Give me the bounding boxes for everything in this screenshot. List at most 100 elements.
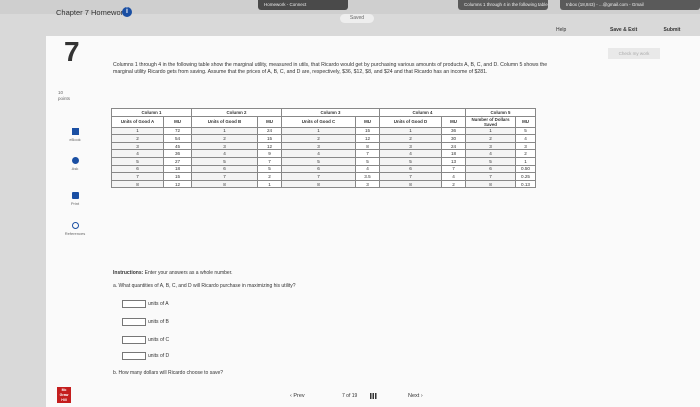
part-b-prompt: b. How many dollars will Ricardo choose …: [113, 370, 224, 376]
table-cell: 5: [355, 156, 380, 166]
table-cell: 9: [257, 149, 282, 158]
table-cell: 18: [163, 164, 192, 174]
column-subheader: Units of Good B: [191, 115, 258, 128]
table-row: 3 45 3 12 3 8 3 24 3 3: [111, 141, 536, 151]
column-subheader: Units of Good A: [111, 115, 164, 128]
ebook-tool[interactable]: eBook: [60, 128, 90, 142]
table-cell: 3: [191, 141, 258, 151]
book-icon: [71, 128, 79, 135]
table-cell: 5: [281, 156, 356, 166]
table-cell: 24: [441, 141, 466, 151]
points-value: 10: [58, 90, 64, 95]
ask-label: Ask: [71, 166, 79, 171]
table-cell: 7: [379, 172, 442, 181]
table-cell: 4: [465, 149, 516, 158]
table-cell: 7: [111, 172, 164, 181]
table-cell: 2: [191, 134, 258, 143]
prev-button[interactable]: ‹ Prev: [290, 390, 330, 402]
table-cell: 4: [191, 149, 258, 158]
references-tool[interactable]: References: [60, 222, 90, 236]
table-cell: 13: [441, 156, 466, 166]
table-cell: 2: [111, 134, 164, 143]
next-label: Next: [408, 393, 420, 399]
ask-tool[interactable]: Ask: [60, 157, 90, 171]
table-cell: 3: [355, 179, 380, 189]
info-icon[interactable]: i: [122, 7, 132, 17]
table-cell: 6: [111, 164, 164, 174]
column-subheader: Number of Dollars Saved: [465, 115, 516, 128]
table-cell: 5: [465, 156, 516, 166]
table-cell: 1: [379, 126, 442, 136]
table-cell: 3: [281, 141, 356, 151]
references-label: References: [64, 231, 86, 236]
column-subheader: MU: [441, 115, 466, 128]
units-d-input[interactable]: [122, 352, 146, 360]
homework-header: Chapter 7 Homework i Saved Help Save & E…: [0, 0, 700, 34]
units-c-input[interactable]: [122, 336, 146, 344]
page-of: of: [346, 393, 351, 399]
table-cell: 3: [379, 141, 442, 151]
units-b-input[interactable]: [122, 318, 146, 326]
print-label: Print: [70, 201, 80, 206]
column-title: Column 2: [191, 108, 282, 117]
column-subheader: MU: [257, 115, 282, 128]
column-subheader: Units of Good D: [379, 115, 442, 128]
table-cell: 8: [281, 179, 356, 189]
table-cell: 2: [379, 134, 442, 143]
print-tool[interactable]: Print: [60, 192, 90, 206]
table-cell: 3: [515, 141, 536, 151]
submit-button[interactable]: Submit: [650, 25, 694, 35]
next-button[interactable]: Next ›: [408, 390, 448, 402]
table-row: 2 54 2 15 2 12 2 30 2 4: [111, 134, 536, 143]
table-cell: 1: [465, 126, 516, 136]
units-a-input[interactable]: [122, 300, 146, 308]
table-cell: 3.5: [355, 172, 380, 181]
table-cell: 4: [281, 149, 356, 158]
table-cell: 5: [257, 164, 282, 174]
column-title: Column 4: [379, 108, 466, 117]
column-subheader: MU: [355, 115, 380, 128]
table-cell: 1: [191, 126, 258, 136]
table-cell: 8: [465, 179, 516, 189]
table-cell: 0.50: [515, 164, 536, 174]
table-cell: 7: [441, 164, 466, 174]
table-cell: 18: [441, 149, 466, 158]
units-a-label: units of A: [148, 301, 169, 307]
table-cell: 6: [191, 164, 258, 174]
table-row: 4 36 4 9 4 7 4 18 4 2: [111, 149, 536, 158]
table-cell: 36: [163, 149, 192, 158]
column-subheader: MU: [515, 115, 536, 128]
ebook-label: eBook: [69, 137, 81, 142]
table-cell: 1: [515, 156, 536, 166]
points-label: points: [58, 96, 71, 101]
saved-status: Saved: [340, 14, 374, 23]
table-cell: 24: [257, 126, 282, 136]
column-title: Column 1: [111, 108, 192, 117]
grid-icon[interactable]: [370, 393, 377, 399]
question-number: 7: [64, 36, 80, 67]
table-cell: 5: [515, 126, 536, 136]
table-cell: 2: [515, 149, 536, 158]
part-a-prompt: a. What quantities of A, B, C, and D wil…: [113, 283, 296, 289]
table-cell: 12: [163, 179, 192, 189]
table-cell: 72: [163, 126, 192, 136]
question-navigation: ‹ Prev 7 of 19 Next ›: [290, 390, 450, 402]
table-cell: 27: [163, 156, 192, 166]
table-cell: 30: [441, 134, 466, 143]
help-link[interactable]: Help: [556, 27, 566, 33]
table-cell: 15: [163, 172, 192, 181]
prev-label: Prev: [293, 393, 305, 399]
instructions-label: Instructions:: [113, 270, 144, 276]
check-my-work-button[interactable]: Check my work: [608, 48, 660, 59]
table-cell: 7: [257, 156, 282, 166]
instructions: Instructions: Enter your answers as a wh…: [113, 270, 233, 276]
table-cell: 3: [465, 141, 516, 151]
page-current: 7: [342, 393, 345, 399]
table-row: 8 12 8 1 8 3 8 2 8 0.13: [111, 179, 536, 189]
save-exit-button[interactable]: Save & Exit: [610, 27, 637, 33]
table-cell: 7: [281, 172, 356, 181]
table-cell: 5: [191, 156, 258, 166]
table-cell: 4: [355, 164, 380, 174]
printer-icon: [71, 192, 79, 199]
table-cell: 8: [355, 141, 380, 151]
